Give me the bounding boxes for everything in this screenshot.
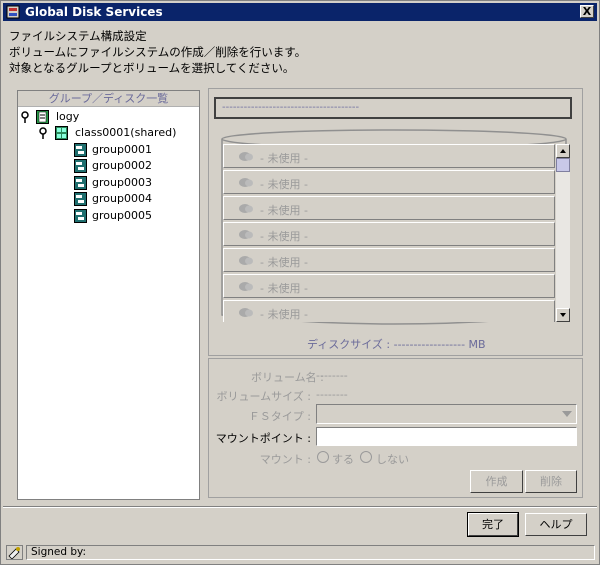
volume-name-value: -------- bbox=[316, 369, 348, 382]
help-button[interactable]: ヘルプ bbox=[525, 513, 587, 536]
tree-header: グループ／ディスク一覧 bbox=[18, 91, 199, 107]
mount-yes-label[interactable]: する bbox=[332, 451, 354, 467]
scroll-thumb[interactable] bbox=[556, 158, 570, 172]
volume-label: - 未使用 - bbox=[260, 178, 308, 191]
fs-type-label: ＦＳタイプ : bbox=[248, 410, 311, 423]
group-icon bbox=[74, 176, 87, 190]
description-line-2: ボリュームにファイルシステムの作成／削除を行います。 bbox=[9, 45, 307, 59]
volume-label: - 未使用 - bbox=[260, 282, 308, 295]
delete-button[interactable]: 削除 bbox=[525, 470, 577, 493]
arrow-down-icon bbox=[560, 313, 566, 317]
mount-no-label[interactable]: しない bbox=[376, 451, 409, 467]
tree-group-label: group0003 bbox=[92, 176, 152, 189]
volume-label: - 未使用 - bbox=[260, 256, 308, 269]
volume-icon bbox=[239, 308, 253, 317]
scroll-down-button[interactable] bbox=[556, 308, 570, 322]
tree-node-group[interactable]: group0001 bbox=[74, 142, 184, 158]
tree-node-class[interactable]: class0001(shared) bbox=[38, 125, 198, 141]
volume-icon bbox=[239, 152, 253, 161]
expand-key-icon[interactable] bbox=[38, 127, 48, 139]
volume-slot[interactable]: - 未使用 - bbox=[223, 170, 555, 194]
volume-slot[interactable]: - 未使用 - bbox=[223, 300, 555, 322]
volume-label: - 未使用 - bbox=[260, 204, 308, 217]
window-title: Global Disk Services bbox=[25, 5, 163, 19]
done-button[interactable]: 完了 bbox=[467, 512, 519, 537]
tree-group-label: group0002 bbox=[92, 159, 152, 172]
tree-root-label: logy bbox=[56, 110, 80, 123]
disk-name-field: -------------------------------------- bbox=[214, 97, 572, 119]
tree-node-group[interactable]: group0005 bbox=[74, 208, 184, 224]
mount-point-label: マウントポイント : bbox=[215, 432, 311, 445]
group-icon bbox=[74, 159, 87, 173]
status-bar: Signed by: bbox=[3, 544, 597, 562]
fs-type-select[interactable] bbox=[316, 404, 577, 424]
mount-point-input[interactable] bbox=[316, 427, 577, 446]
arrow-up-icon bbox=[560, 149, 566, 153]
mount-label: マウント : bbox=[259, 453, 311, 466]
volume-slot[interactable]: - 未使用 - bbox=[223, 144, 555, 168]
expand-key-icon[interactable] bbox=[20, 111, 30, 123]
footer-divider bbox=[3, 506, 597, 508]
group-icon bbox=[74, 192, 87, 206]
volume-slot[interactable]: - 未使用 - bbox=[223, 248, 555, 272]
tree-class-label: class0001(shared) bbox=[75, 126, 177, 139]
tree-node-root[interactable]: logy bbox=[20, 109, 190, 125]
volume-scrollbar[interactable] bbox=[555, 144, 570, 322]
group-icon bbox=[74, 209, 87, 223]
disk-size-label: ディスクサイズ : ------------------ MB bbox=[307, 338, 486, 351]
main-window: Global Disk Services X ファイルシステム構成設定 ボリュー… bbox=[0, 0, 600, 565]
volume-label: - 未使用 - bbox=[260, 308, 308, 321]
signed-by-label: Signed by: bbox=[26, 545, 595, 560]
tree-node-group[interactable]: group0003 bbox=[74, 175, 184, 191]
create-button[interactable]: 作成 bbox=[470, 470, 523, 493]
volume-list[interactable]: - 未使用 - - 未使用 - - 未使用 - - 未使用 - - 未使用 - … bbox=[221, 144, 555, 322]
close-button[interactable]: X bbox=[580, 5, 594, 18]
tree-group-label: group0004 bbox=[92, 192, 152, 205]
group-icon bbox=[74, 143, 87, 157]
volume-icon bbox=[239, 178, 253, 187]
volume-icon bbox=[239, 204, 253, 213]
description-line-3: 対象となるグループとボリュームを選択してください。 bbox=[9, 61, 295, 75]
volume-icon bbox=[239, 282, 253, 291]
host-icon bbox=[36, 110, 49, 124]
mount-yes-radio[interactable] bbox=[317, 451, 329, 463]
tree-node-group[interactable]: group0002 bbox=[74, 158, 184, 174]
volume-label: - 未使用 - bbox=[260, 152, 308, 165]
volume-size-value: -------- bbox=[316, 388, 348, 401]
app-icon bbox=[6, 5, 20, 19]
mount-no-radio[interactable] bbox=[360, 451, 372, 463]
tree-node-group[interactable]: group0004 bbox=[74, 191, 184, 207]
chevron-down-icon[interactable] bbox=[562, 411, 572, 417]
close-icon[interactable]: X bbox=[583, 5, 591, 18]
volume-name-label: ボリューム名 : bbox=[251, 371, 324, 384]
group-disk-tree[interactable]: グループ／ディスク一覧 logy class0001(shared) group… bbox=[17, 90, 200, 500]
class-icon bbox=[55, 126, 68, 140]
volume-size-label: ボリュームサイズ : bbox=[216, 390, 311, 403]
description-line-1: ファイルシステム構成設定 bbox=[9, 29, 147, 43]
volume-icon bbox=[239, 256, 253, 265]
volume-label: - 未使用 - bbox=[260, 230, 308, 243]
tree-group-label: group0005 bbox=[92, 209, 152, 222]
tree-group-label: group0001 bbox=[92, 143, 152, 156]
title-bar: Global Disk Services X bbox=[3, 3, 597, 21]
volume-slot[interactable]: - 未使用 - bbox=[223, 196, 555, 220]
volume-slot[interactable]: - 未使用 - bbox=[223, 222, 555, 246]
certificate-icon bbox=[6, 545, 23, 560]
volume-icon bbox=[239, 230, 253, 239]
scroll-up-button[interactable] bbox=[556, 144, 570, 158]
volume-slot[interactable]: - 未使用 - bbox=[223, 274, 555, 298]
